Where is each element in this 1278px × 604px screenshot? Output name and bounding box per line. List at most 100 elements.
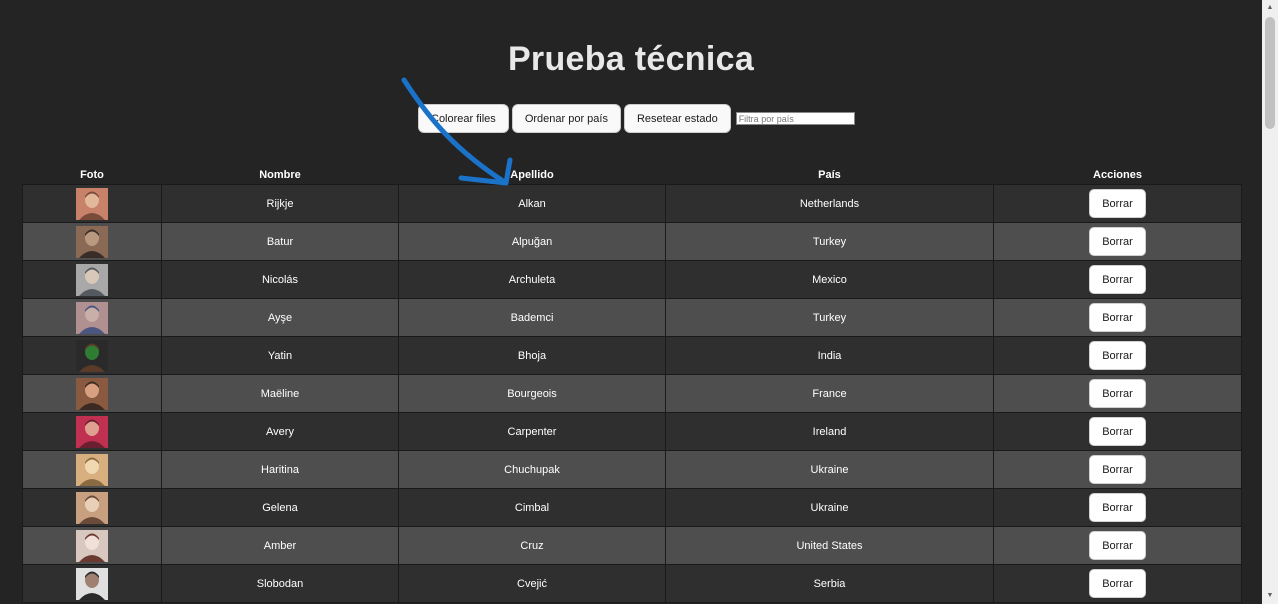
first-name-cell: Nicolás (161, 260, 399, 299)
first-name-cell: Gelena (161, 488, 399, 527)
toolbar: Colorear files Ordenar por país Resetear… (418, 104, 855, 133)
delete-button[interactable]: Borrar (1089, 303, 1146, 332)
last-name-cell: Carpenter (398, 412, 666, 451)
last-name-cell: Cruz (398, 526, 666, 565)
table-row: Amber Cruz United States Borrar (22, 526, 1242, 565)
photo-cell (22, 526, 162, 565)
sort-by-country-button[interactable]: Ordenar por país (511, 104, 621, 133)
delete-button[interactable]: Borrar (1089, 265, 1146, 294)
country-cell: India (665, 336, 994, 375)
last-name-cell: Alpuğan (398, 222, 666, 261)
country-cell: Ukraine (665, 450, 994, 489)
color-rows-button[interactable]: Colorear files (418, 104, 509, 133)
avatar (76, 187, 108, 220)
avatar (76, 415, 108, 448)
actions-cell: Borrar (993, 526, 1242, 565)
delete-button[interactable]: Borrar (1089, 417, 1146, 446)
page: Prueba técnica Colorear files Ordenar po… (0, 0, 1262, 604)
last-name-cell: Bhoja (398, 336, 666, 375)
photo-cell (22, 488, 162, 527)
country-filter-input[interactable] (735, 112, 855, 125)
country-cell: Ireland (665, 412, 994, 451)
delete-button[interactable]: Borrar (1089, 189, 1146, 218)
photo-cell (22, 450, 162, 489)
country-cell: Serbia (665, 564, 994, 603)
column-header-photo: Foto (80, 169, 104, 181)
scroll-up-arrow-icon[interactable]: ▲ (1262, 0, 1278, 16)
first-name-cell: Haritina (161, 450, 399, 489)
first-name-cell: Maëline (161, 374, 399, 413)
actions-cell: Borrar (993, 260, 1242, 299)
delete-button[interactable]: Borrar (1089, 569, 1146, 598)
avatar (76, 225, 108, 258)
country-cell: Ukraine (665, 488, 994, 527)
first-name-cell: Slobodan (161, 564, 399, 603)
country-cell: Netherlands (665, 184, 994, 223)
first-name-cell: Amber (161, 526, 399, 565)
actions-cell: Borrar (993, 412, 1242, 451)
table-row: Ayşe Bademci Turkey Borrar (22, 298, 1242, 337)
photo-cell (22, 298, 162, 337)
users-table: Foto Nombre Apellido País Acciones Rijkj… (22, 166, 1242, 603)
table-header-row: Foto Nombre Apellido País Acciones (23, 166, 1242, 185)
column-header-actions: Acciones (1093, 169, 1142, 181)
photo-cell (22, 184, 162, 223)
page-title: Prueba técnica (507, 40, 755, 78)
first-name-cell: Avery (161, 412, 399, 451)
delete-button[interactable]: Borrar (1089, 455, 1146, 484)
avatar (76, 263, 108, 296)
last-name-cell: Cimbal (398, 488, 666, 527)
country-cell: Turkey (665, 222, 994, 261)
reset-state-button[interactable]: Resetear estado (623, 104, 731, 133)
country-cell: United States (665, 526, 994, 565)
delete-button[interactable]: Borrar (1089, 227, 1146, 256)
column-header-last-name: Apellido (510, 169, 554, 181)
avatar (76, 567, 108, 600)
table-row: Haritina Chuchupak Ukraine Borrar (22, 450, 1242, 489)
actions-cell: Borrar (993, 488, 1242, 527)
page-scrollbar[interactable]: ▲ ▼ (1262, 0, 1278, 604)
last-name-cell: Bademci (398, 298, 666, 337)
photo-cell (22, 412, 162, 451)
delete-button[interactable]: Borrar (1089, 493, 1146, 522)
last-name-cell: Alkan (398, 184, 666, 223)
avatar (76, 529, 108, 562)
delete-button[interactable]: Borrar (1089, 531, 1146, 560)
table-row: Nicolás Archuleta Mexico Borrar (22, 260, 1242, 299)
avatar (76, 377, 108, 410)
column-header-first-name: Nombre (259, 169, 301, 181)
column-header-country: País (818, 169, 841, 181)
delete-button[interactable]: Borrar (1089, 379, 1146, 408)
actions-cell: Borrar (993, 184, 1242, 223)
first-name-cell: Rijkje (161, 184, 399, 223)
table-row: Gelena Cimbal Ukraine Borrar (22, 488, 1242, 527)
table-row: Avery Carpenter Ireland Borrar (22, 412, 1242, 451)
last-name-cell: Chuchupak (398, 450, 666, 489)
delete-button[interactable]: Borrar (1089, 341, 1146, 370)
scroll-down-arrow-icon[interactable]: ▼ (1262, 588, 1278, 604)
photo-cell (22, 260, 162, 299)
last-name-cell: Cvejić (398, 564, 666, 603)
country-cell: Mexico (665, 260, 994, 299)
photo-cell (22, 374, 162, 413)
country-cell: Turkey (665, 298, 994, 337)
table-row: Rijkje Alkan Netherlands Borrar (22, 184, 1242, 223)
table-body: Rijkje Alkan Netherlands Borrar Batur Alpuğan… (22, 184, 1242, 603)
actions-cell: Borrar (993, 222, 1242, 261)
last-name-cell: Bourgeois (398, 374, 666, 413)
table-row: Batur Alpuğan Turkey Borrar (22, 222, 1242, 261)
table-row: Yatin Bhoja India Borrar (22, 336, 1242, 375)
country-cell: France (665, 374, 994, 413)
first-name-cell: Batur (161, 222, 399, 261)
actions-cell: Borrar (993, 336, 1242, 375)
photo-cell (22, 564, 162, 603)
actions-cell: Borrar (993, 450, 1242, 489)
table-row: Maëline Bourgeois France Borrar (22, 374, 1242, 413)
users-table-container: Foto Nombre Apellido País Acciones Rijkj… (22, 166, 1242, 603)
avatar (76, 339, 108, 372)
scrollbar-thumb[interactable] (1265, 17, 1275, 129)
avatar (76, 301, 108, 334)
photo-cell (22, 336, 162, 375)
actions-cell: Borrar (993, 564, 1242, 603)
actions-cell: Borrar (993, 298, 1242, 337)
